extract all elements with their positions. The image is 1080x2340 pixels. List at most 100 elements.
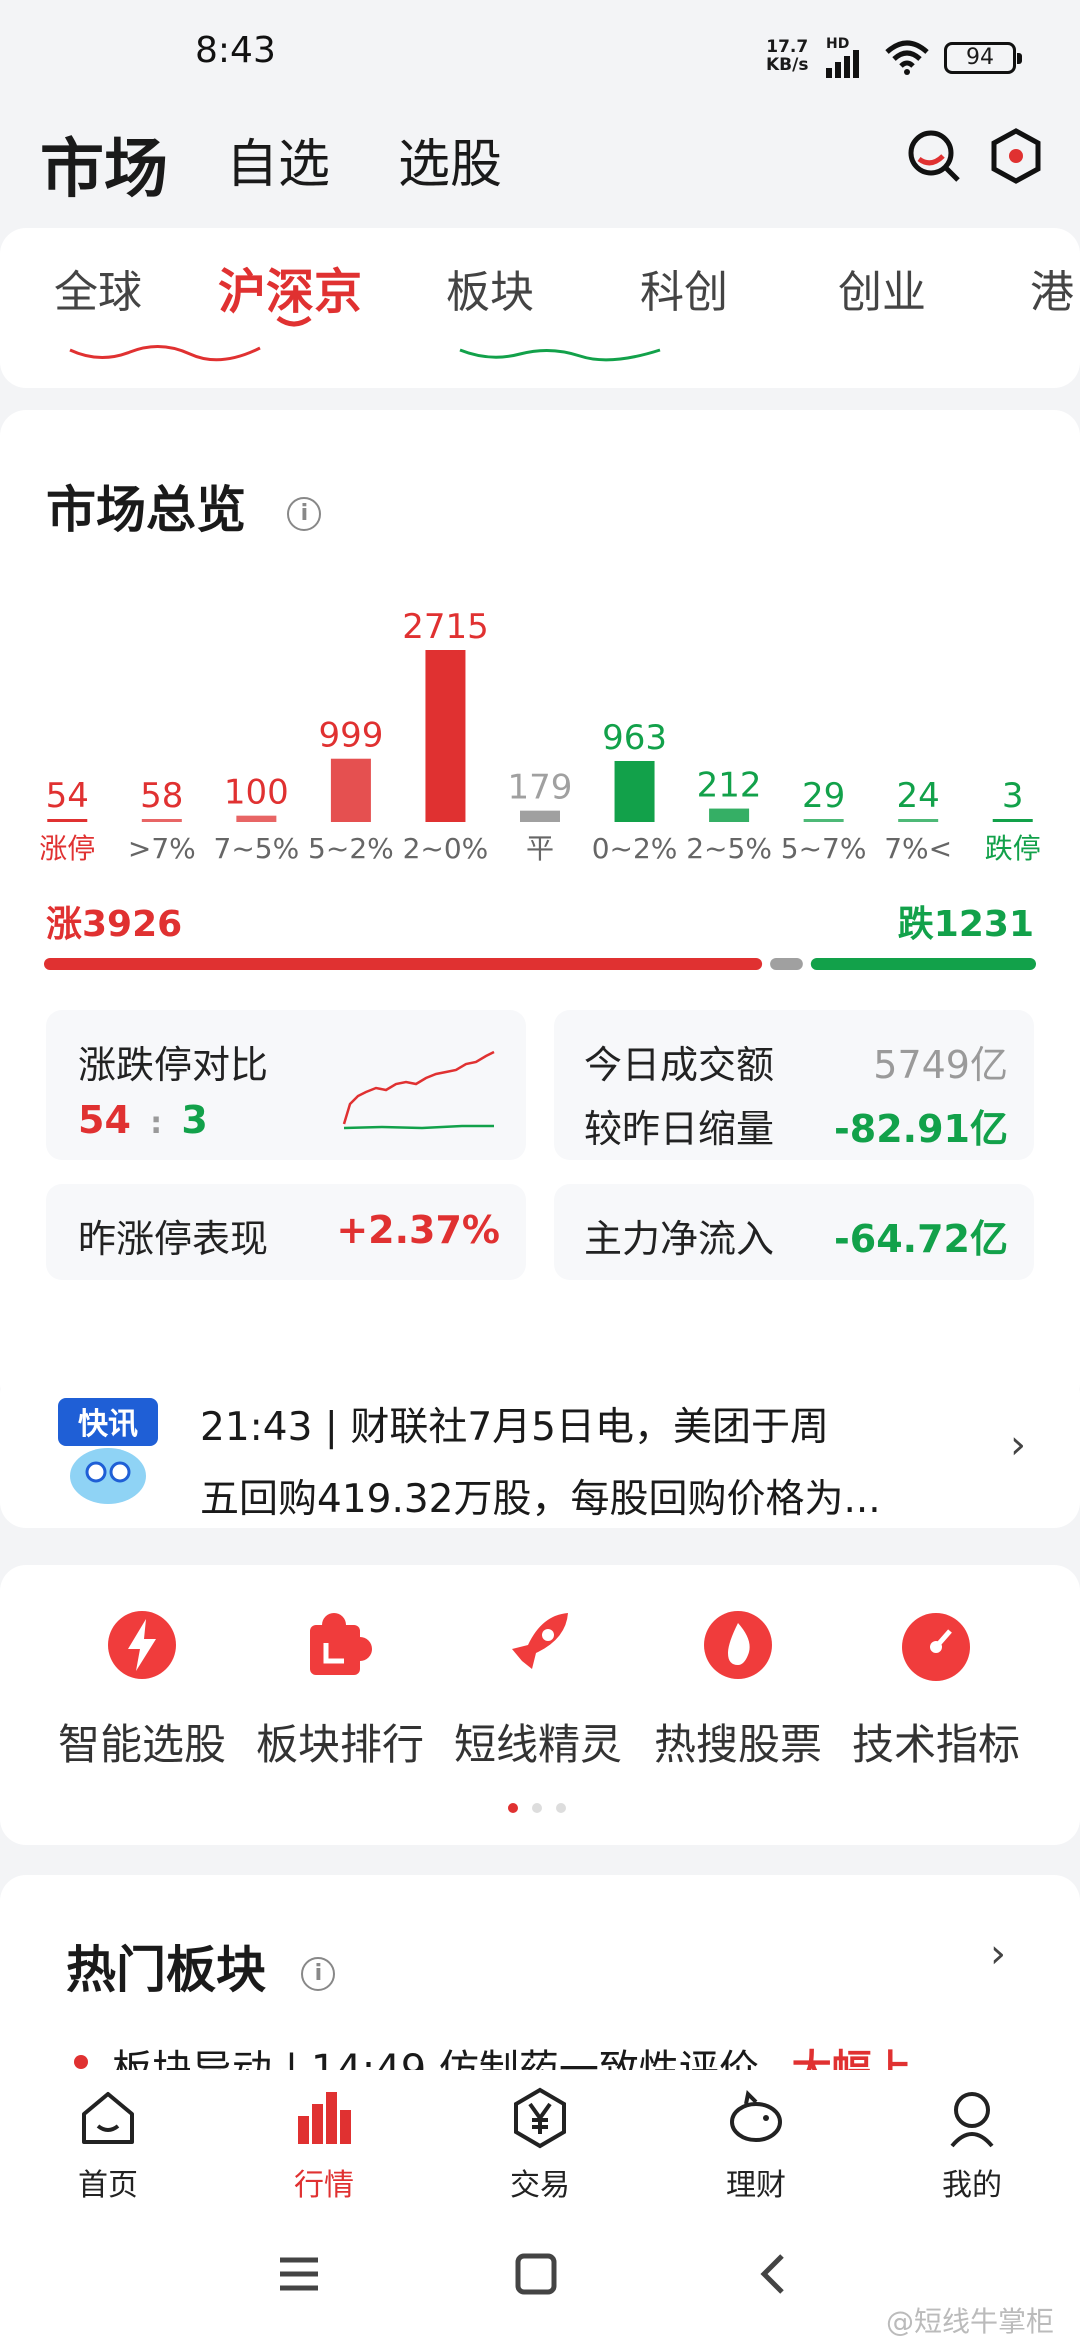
fall-count: 跌1231 (897, 904, 1034, 945)
distribution-value-label: 58 (140, 776, 183, 816)
subtab-star[interactable]: 科创 (640, 256, 728, 320)
menu-icon[interactable] (276, 2254, 322, 2294)
prev-limit-label: 昨涨停表现 (78, 1217, 269, 1261)
limit-compare-label: 涨跌停对比 (78, 1043, 269, 1087)
yen-hex-icon (514, 2087, 566, 2149)
market-overview-card: 市场总览 i 54 涨停 58 >7% 100 7~5% 999 5~2% 2715 2~0% 17… (0, 410, 1080, 1410)
watermark: @短线牛掌柜 (885, 2305, 1054, 2338)
distribution-bar (520, 810, 560, 822)
quick-tools-card: 智能选股 板块排行 短线精灵 热搜股票 技术指标 (0, 1565, 1080, 1845)
distribution-value-label: 212 (697, 766, 762, 806)
nav-trade[interactable]: 交易 (470, 2086, 610, 2204)
active-tab-indicator (276, 315, 312, 327)
home-square-icon[interactable] (514, 2252, 558, 2296)
flame-icon (704, 1611, 772, 1679)
shrink-label: 较昨日缩量 (584, 1107, 775, 1151)
info-icon[interactable]: i (301, 1956, 336, 1991)
hd-label: HD (826, 36, 850, 52)
rocket-icon (512, 1613, 568, 1669)
tool-smart-picker[interactable]: 智能选股 (42, 1605, 242, 1772)
distribution-bar (709, 808, 750, 822)
nav-label: 理财 (726, 2168, 786, 2203)
distribution-category-label: 涨停 (39, 832, 95, 865)
main-flow-tile[interactable]: 主力净流入 -64.72亿 (554, 1184, 1034, 1280)
fall-segment (810, 958, 1036, 970)
distribution-value-label: 963 (602, 718, 667, 758)
tool-label: 智能选股 (57, 1720, 226, 1769)
distribution-category-label: 0~2% (592, 832, 678, 865)
nav-me[interactable]: 我的 (902, 2086, 1042, 2204)
news-line-1: 21:43 | 财联社7月5日电，美团于周 (200, 1405, 829, 1450)
overview-title-text: 市场总览 (46, 481, 246, 539)
distribution-bar (47, 819, 88, 822)
turnover-value: 5749亿 (873, 1043, 1008, 1087)
distribution-bar (898, 819, 939, 822)
top-header: 市场 自选 选股 (0, 100, 1080, 220)
search-icon[interactable] (904, 126, 964, 186)
shrink-value: -82.91亿 (834, 1107, 1008, 1151)
nav-wealth[interactable]: 理财 (686, 2086, 826, 2204)
network-speed: 17.7 KB/s (766, 38, 808, 74)
distribution-category-label: 7%< (884, 832, 952, 865)
distribution-value-label: 2715 (402, 607, 489, 647)
index-sparkline-strip (69, 345, 661, 362)
limit-compare-values: 54 : 3 (78, 1098, 208, 1142)
news-flash-card[interactable]: 快讯 21:43 | 财联社7月5日电，美团于周 五回购419.32万股，每股回… (0, 1368, 1080, 1528)
distribution-value-label: 54 (46, 776, 89, 816)
distribution-value-label: 179 (508, 768, 573, 808)
tool-short-term[interactable]: 短线精灵 (438, 1605, 638, 1772)
tool-sector-rank[interactable]: 板块排行 (240, 1605, 440, 1772)
settings-hex-icon[interactable] (986, 126, 1046, 186)
tool-label: 短线精灵 (453, 1720, 622, 1769)
distribution-chart: 54 涨停 58 >7% 100 7~5% 999 5~2% 2715 2~0% 179 平 963 0~… (39, 607, 1041, 865)
turnover-tile[interactable]: 今日成交额 5749亿 较昨日缩量 -82.91亿 (554, 1010, 1034, 1160)
subtab-global[interactable]: 全球 (54, 256, 142, 320)
nav-market[interactable]: 行情 (254, 2086, 394, 2204)
distribution-value-label: 29 (802, 776, 845, 816)
chevron-right-icon[interactable]: › (990, 1931, 1006, 1977)
tool-label: 板块排行 (255, 1720, 424, 1769)
main-flow-label: 主力净流入 (584, 1217, 775, 1261)
hot-sectors-title: 热门板块 i (66, 1930, 336, 2002)
subtab-hk[interactable]: 港 (1030, 256, 1074, 320)
distribution-category-label: 平 (526, 832, 554, 865)
distribution-category-label: 跌停 (985, 832, 1041, 865)
distribution-category-label: 7~5% (214, 832, 300, 865)
distribution-bar (141, 819, 182, 822)
user-icon (950, 2092, 994, 2148)
back-icon[interactable] (758, 2252, 788, 2296)
distribution-bar (330, 758, 371, 822)
status-time: 8:43 (195, 30, 276, 71)
rise-segment (44, 958, 763, 970)
flat-segment (770, 958, 803, 970)
tab-stock-picker[interactable]: 选股 (398, 122, 502, 197)
piggy-bank-icon (730, 2089, 782, 2142)
battery-indicator: 94 (944, 42, 1022, 74)
chevron-right-icon[interactable]: › (1010, 1422, 1026, 1468)
subtab-shsz[interactable]: 沪深京 (218, 252, 362, 322)
tab-market[interactable]: 市场 (40, 118, 168, 210)
subtab-sector[interactable]: 板块 (446, 256, 534, 320)
tool-technical[interactable]: 技术指标 (836, 1605, 1036, 1772)
subtab-chinext[interactable]: 创业 (838, 256, 926, 320)
tab-watchlist[interactable]: 自选 (226, 122, 330, 197)
nav-label: 首页 (78, 2168, 138, 2203)
distribution-value-label: 24 (897, 776, 940, 816)
tool-label: 技术指标 (851, 1720, 1020, 1769)
nav-home[interactable]: 首页 (38, 2086, 178, 2204)
info-icon[interactable]: i (287, 496, 322, 531)
news-flash-logo: 快讯 (58, 1398, 158, 1504)
tool-hot-search[interactable]: 热搜股票 (638, 1605, 838, 1772)
tool-label: 热搜股票 (653, 1720, 822, 1769)
distribution-category-label: 2~0% (403, 832, 489, 865)
limit-compare-tile[interactable]: 涨跌停对比 54 : 3 (46, 1010, 526, 1160)
signal-icon: HD (826, 36, 862, 78)
prev-limit-value: +2.37% (336, 1208, 500, 1252)
distribution-bar (992, 819, 1033, 822)
limit-down-count: 3 (181, 1098, 208, 1142)
rise-fall-ratio-bar (44, 958, 1036, 970)
distribution-category-label: 2~5% (686, 832, 772, 865)
prev-limit-tile[interactable]: 昨涨停表现 +2.37% (46, 1184, 526, 1280)
nav-label: 行情 (294, 2168, 354, 2203)
bullet-dot (74, 2055, 88, 2069)
